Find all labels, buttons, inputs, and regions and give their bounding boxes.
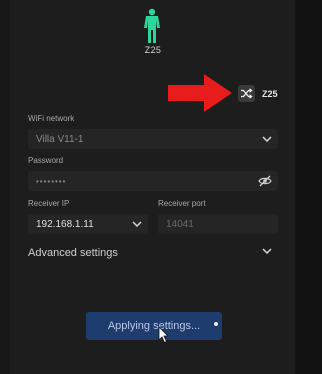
receiver-ip-label: Receiver IP <box>28 199 70 208</box>
receiver-port-placeholder: 14041 <box>166 218 194 230</box>
wifi-network-select[interactable]: Villa V11-1 <box>28 129 278 149</box>
sensor-id-label: Z25 <box>262 89 278 99</box>
chevron-down-icon <box>262 248 272 254</box>
eye-off-icon <box>258 175 272 187</box>
receiver-port-input[interactable]: 14041 <box>158 214 278 234</box>
person-figure-icon <box>144 8 160 43</box>
apply-settings-label: Applying settings... <box>107 320 201 332</box>
advanced-settings-label: Advanced settings <box>28 247 118 259</box>
password-label: Password <box>28 156 64 165</box>
receiver-port-label: Receiver port <box>158 199 206 208</box>
switch-sensor-button[interactable] <box>238 85 255 102</box>
wifi-network-value: Villa V11-1 <box>36 133 84 145</box>
window-edge <box>295 0 322 374</box>
sensor-name-label: Z25 <box>144 45 162 55</box>
shuffle-icon <box>241 88 253 99</box>
loading-spinner-icon <box>214 322 218 326</box>
wifi-network-label: WiFi network <box>28 114 75 123</box>
mouse-cursor-icon <box>158 326 169 344</box>
apply-settings-button[interactable]: Applying settings... <box>86 312 222 340</box>
chevron-down-icon <box>262 136 272 142</box>
advanced-settings-toggle[interactable]: Advanced settings <box>28 243 274 263</box>
chevron-down-icon <box>132 221 142 227</box>
annotation-arrow <box>168 74 232 112</box>
receiver-ip-select[interactable]: 192.168.1.11 <box>28 214 148 234</box>
receiver-ip-value: 192.168.1.11 <box>36 218 94 230</box>
password-field[interactable]: •••••••• <box>28 171 278 191</box>
password-value: •••••••• <box>36 176 67 186</box>
toggle-password-visibility-button[interactable] <box>258 171 272 191</box>
